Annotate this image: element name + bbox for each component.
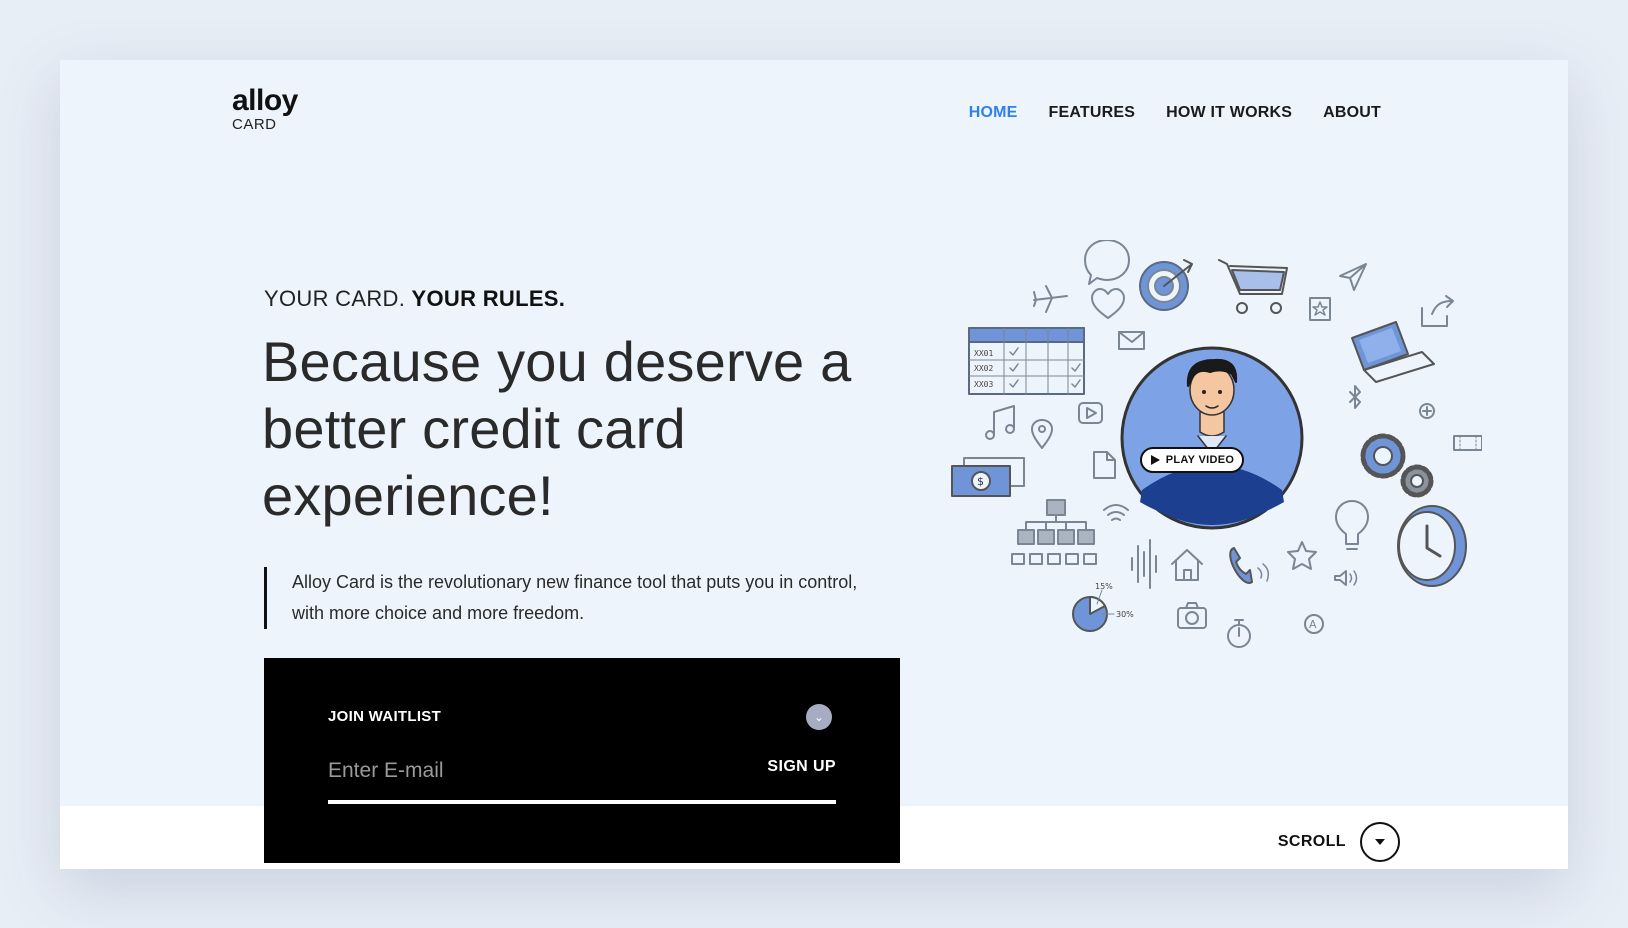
- nav-about[interactable]: ABOUT: [1323, 104, 1381, 122]
- money-icon: $: [951, 457, 1025, 497]
- video-avatar[interactable]: [1120, 346, 1304, 530]
- hero-eyebrow: YOUR CARD. YOUR RULES.: [264, 286, 565, 312]
- at-icon: A: [1304, 614, 1324, 634]
- speaker-icon: [1334, 570, 1358, 586]
- logo-subtitle: CARD: [232, 116, 277, 133]
- lightbulb-icon: [1335, 500, 1369, 550]
- scroll-label: SCROLL: [1277, 833, 1346, 850]
- envelope-icon: [1118, 331, 1145, 350]
- data-table: XX01 XX02 XX03: [968, 327, 1085, 395]
- table-row-label: XX02: [974, 364, 993, 373]
- email-underline: [328, 800, 836, 804]
- star-box-icon: [1309, 297, 1331, 321]
- table-row-label: XX01: [974, 349, 993, 358]
- pie-label: 30%: [1116, 610, 1134, 619]
- heart-icon: [1091, 288, 1125, 319]
- ticket-icon: [1453, 435, 1482, 451]
- phone-icon: [1229, 547, 1270, 584]
- laptop-icon: [1351, 321, 1435, 383]
- music-note-icon: [985, 405, 1015, 440]
- gears-icon: [1360, 433, 1434, 498]
- share-icon: [1421, 295, 1454, 327]
- scroll-down-button[interactable]: [1360, 822, 1400, 862]
- hero-lead: Alloy Card is the revolutionary new fina…: [264, 567, 864, 629]
- waitlist-title: JOIN WAITLIST: [328, 708, 442, 725]
- bluetooth-icon: [1349, 385, 1361, 409]
- soundwave-icon: [1131, 539, 1157, 589]
- play-triangle-icon: [1150, 455, 1160, 465]
- email-field[interactable]: [328, 754, 728, 788]
- nav-features[interactable]: FEATURES: [1049, 104, 1136, 122]
- speech-bubble-icon: [1084, 240, 1130, 285]
- svg-text:$: $: [977, 475, 984, 488]
- main-nav: HOME FEATURES HOW IT WORKS ABOUT: [969, 104, 1381, 122]
- logo[interactable]: alloy CARD: [232, 84, 298, 133]
- play-video-label: PLAY VIDEO: [1165, 454, 1235, 466]
- target-icon: [1139, 259, 1193, 311]
- pie-label: 15%: [1095, 582, 1113, 591]
- map-pin-icon: [1031, 419, 1053, 449]
- play-icon: [1078, 402, 1103, 424]
- shopping-cart-icon: [1218, 259, 1288, 314]
- sitemap-icon: [1011, 499, 1097, 565]
- eyebrow-regular: YOUR CARD.: [264, 286, 406, 311]
- chevron-down-icon: [1375, 839, 1385, 845]
- logo-wordmark: alloy: [232, 84, 298, 117]
- clock-icon: [1397, 505, 1467, 587]
- plus-icon: [1419, 403, 1435, 419]
- home-icon: [1171, 549, 1203, 581]
- pie-chart-icon: 15% 30%: [1072, 582, 1134, 632]
- table-row-label: XX03: [974, 380, 993, 389]
- eyebrow-bold: YOUR RULES.: [411, 286, 566, 311]
- waitlist-panel: JOIN WAITLIST ⌄ SIGN UP: [264, 658, 900, 863]
- star-icon: [1287, 541, 1317, 570]
- play-video-button[interactable]: PLAY VIDEO: [1140, 447, 1244, 473]
- sign-up-button[interactable]: SIGN UP: [767, 758, 836, 776]
- chat-bubble-icon[interactable]: ⌄: [806, 704, 832, 730]
- svg-text:A: A: [1309, 618, 1317, 631]
- page-frame: alloy CARD HOME FEATURES HOW IT WORKS AB…: [60, 60, 1568, 869]
- airplane-icon: [1033, 285, 1068, 313]
- hero-headline: Because you deserve a better credit card…: [262, 330, 852, 527]
- stopwatch-icon: [1227, 619, 1251, 648]
- paper-plane-icon: [1339, 263, 1367, 291]
- wifi-icon: [1103, 504, 1129, 521]
- nav-home[interactable]: HOME: [969, 104, 1018, 122]
- nav-how-it-works[interactable]: HOW IT WORKS: [1166, 104, 1292, 122]
- camera-icon: [1177, 602, 1207, 629]
- document-icon: [1093, 451, 1116, 479]
- scroll-control[interactable]: SCROLL: [1278, 822, 1400, 862]
